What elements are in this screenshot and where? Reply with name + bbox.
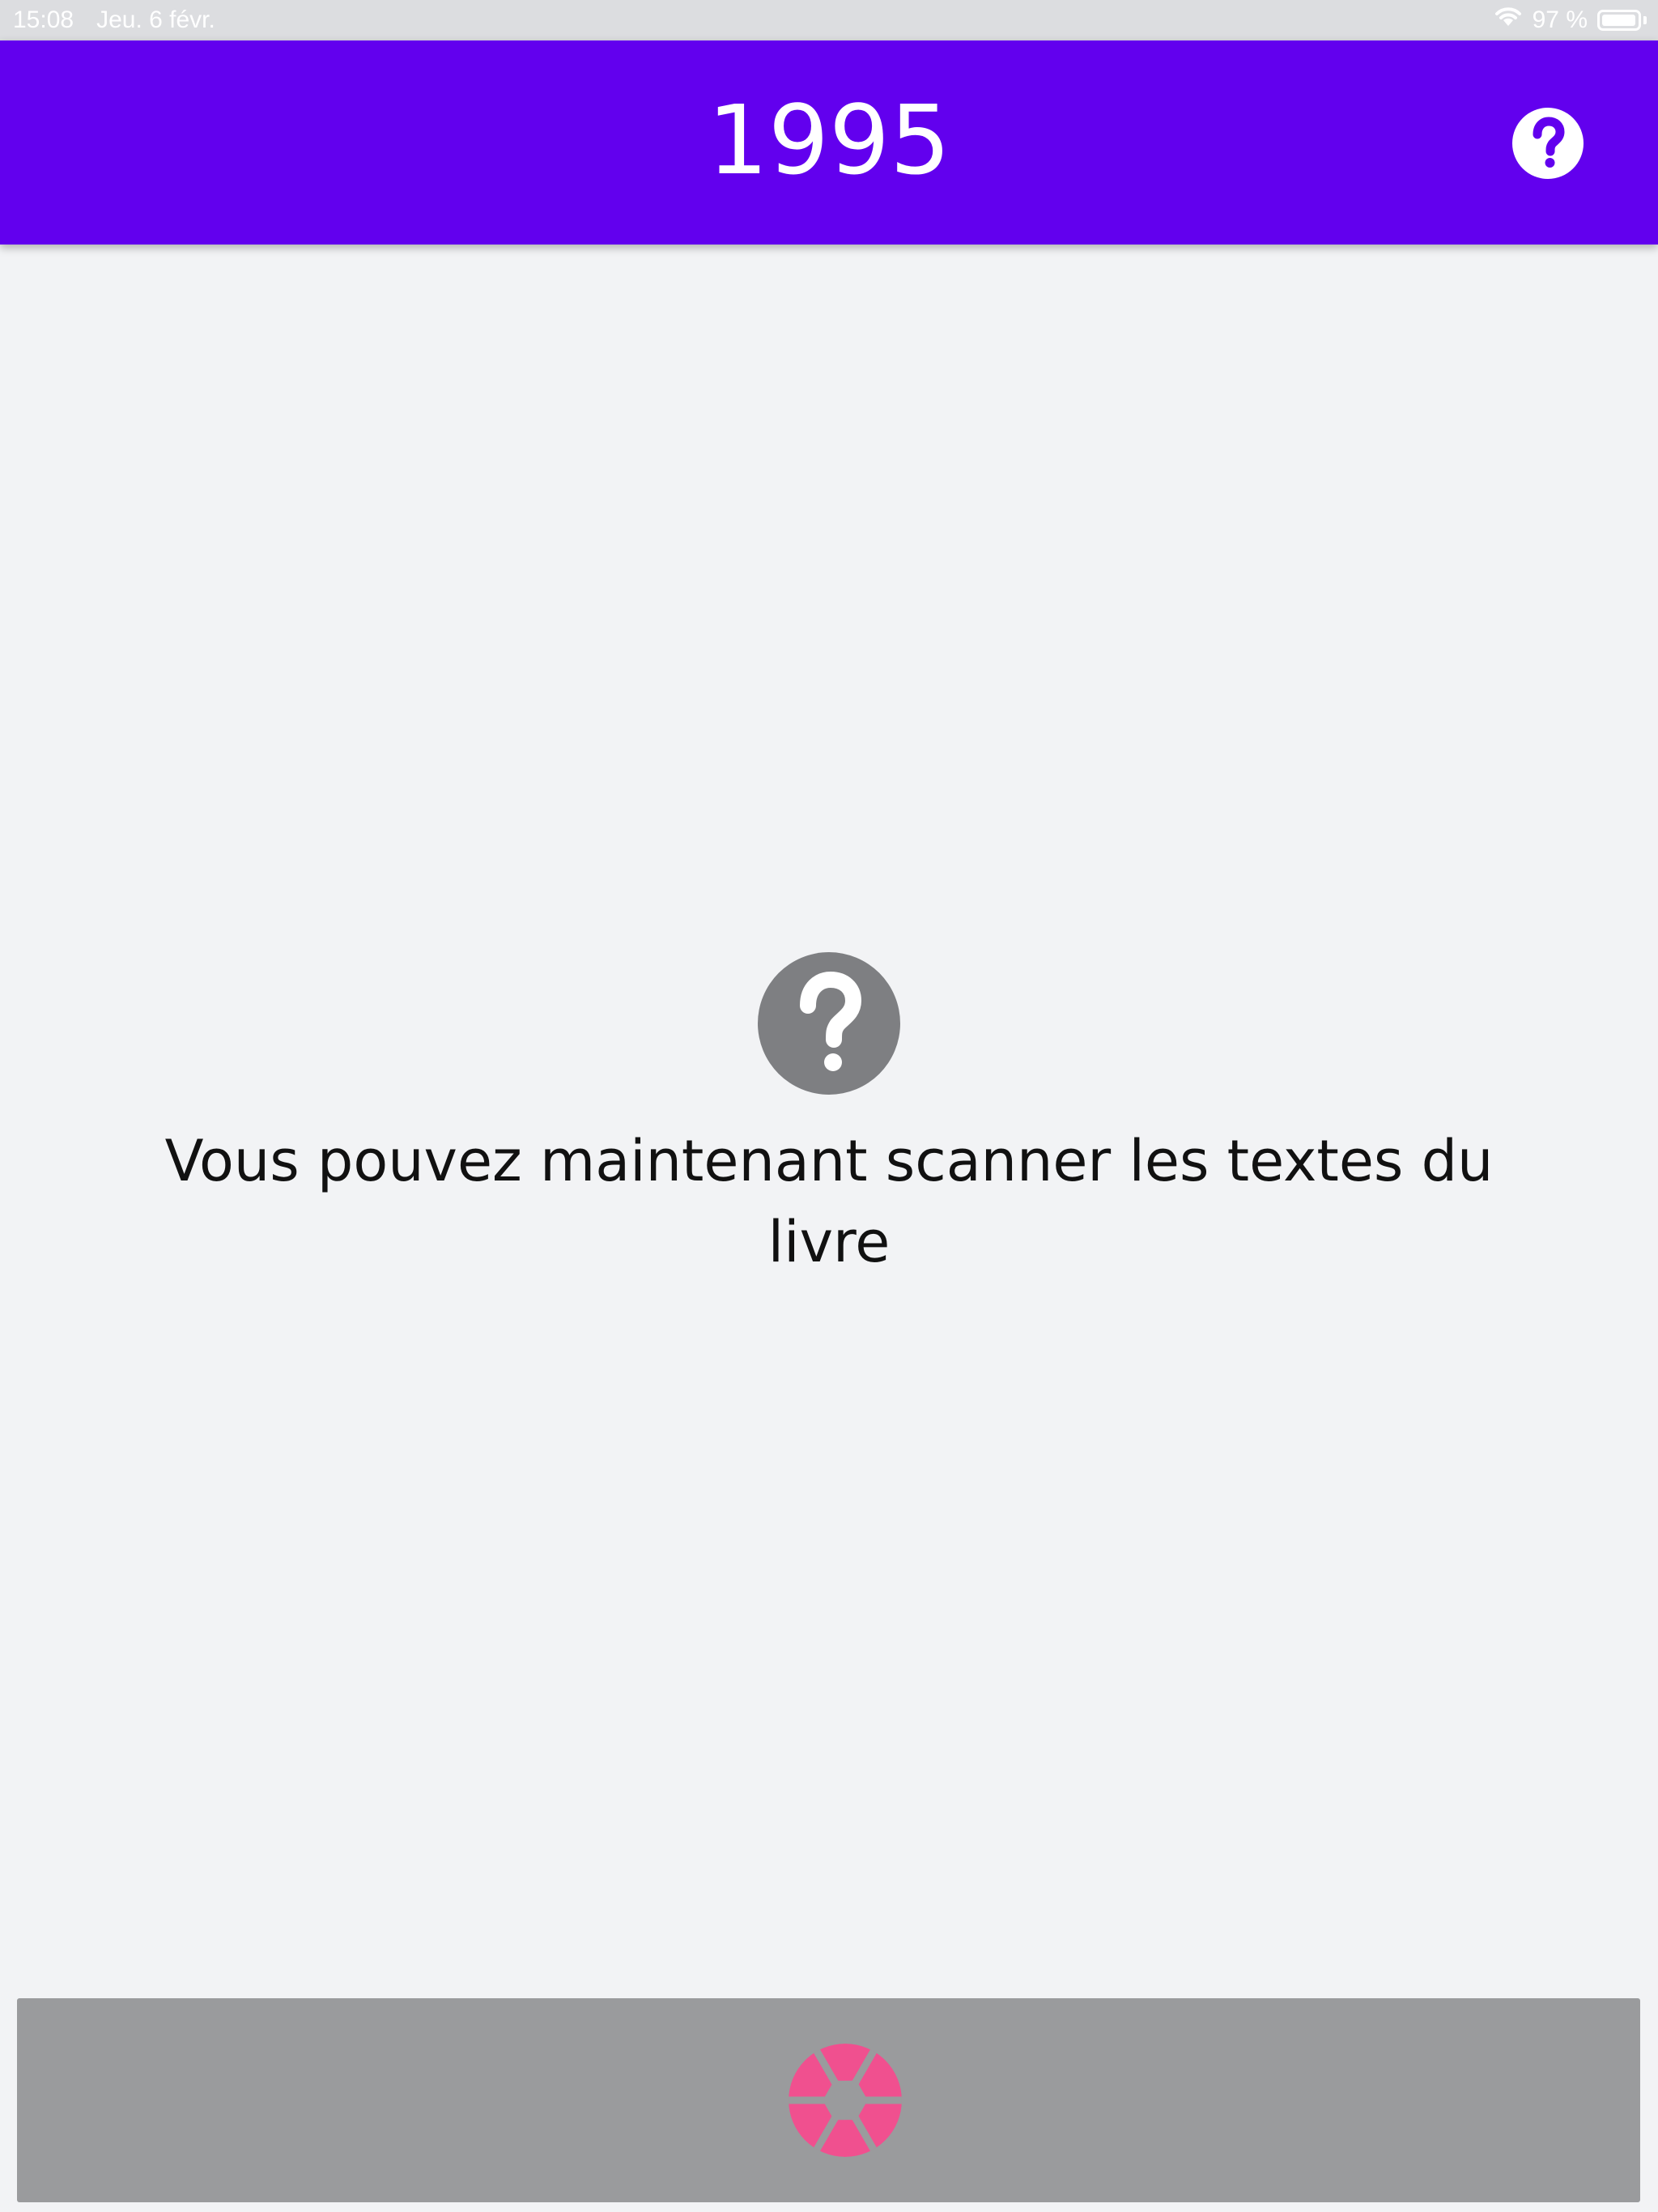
empty-state: Vous pouvez maintenant scanner les texte… <box>0 952 1658 1283</box>
battery-icon <box>1597 10 1641 31</box>
status-left: 15:08 Jeu. 6 févr. <box>13 6 215 34</box>
scan-button[interactable] <box>17 1998 1640 2202</box>
status-date: Jeu. 6 févr. <box>96 6 215 33</box>
app-header: 1995 <box>0 40 1658 245</box>
battery-percent: 97 % <box>1532 6 1588 33</box>
status-right: 97 % <box>1494 6 1647 34</box>
battery-fill <box>1602 15 1635 26</box>
camera-shutter-icon <box>789 2044 902 2157</box>
empty-state-message: Vous pouvez maintenant scanner les texte… <box>164 1128 1494 1275</box>
help-circle-icon <box>1533 117 1565 168</box>
help-button[interactable] <box>1512 108 1584 179</box>
page-title: 1995 <box>707 84 951 196</box>
status-bar: 15:08 Jeu. 6 févr. 97 % <box>0 0 1658 40</box>
status-time: 15:08 <box>13 6 74 33</box>
empty-state-icon <box>758 952 900 1095</box>
wifi-icon <box>1494 6 1523 34</box>
help-circle-icon <box>800 971 862 1071</box>
battery-cap <box>1643 16 1647 24</box>
